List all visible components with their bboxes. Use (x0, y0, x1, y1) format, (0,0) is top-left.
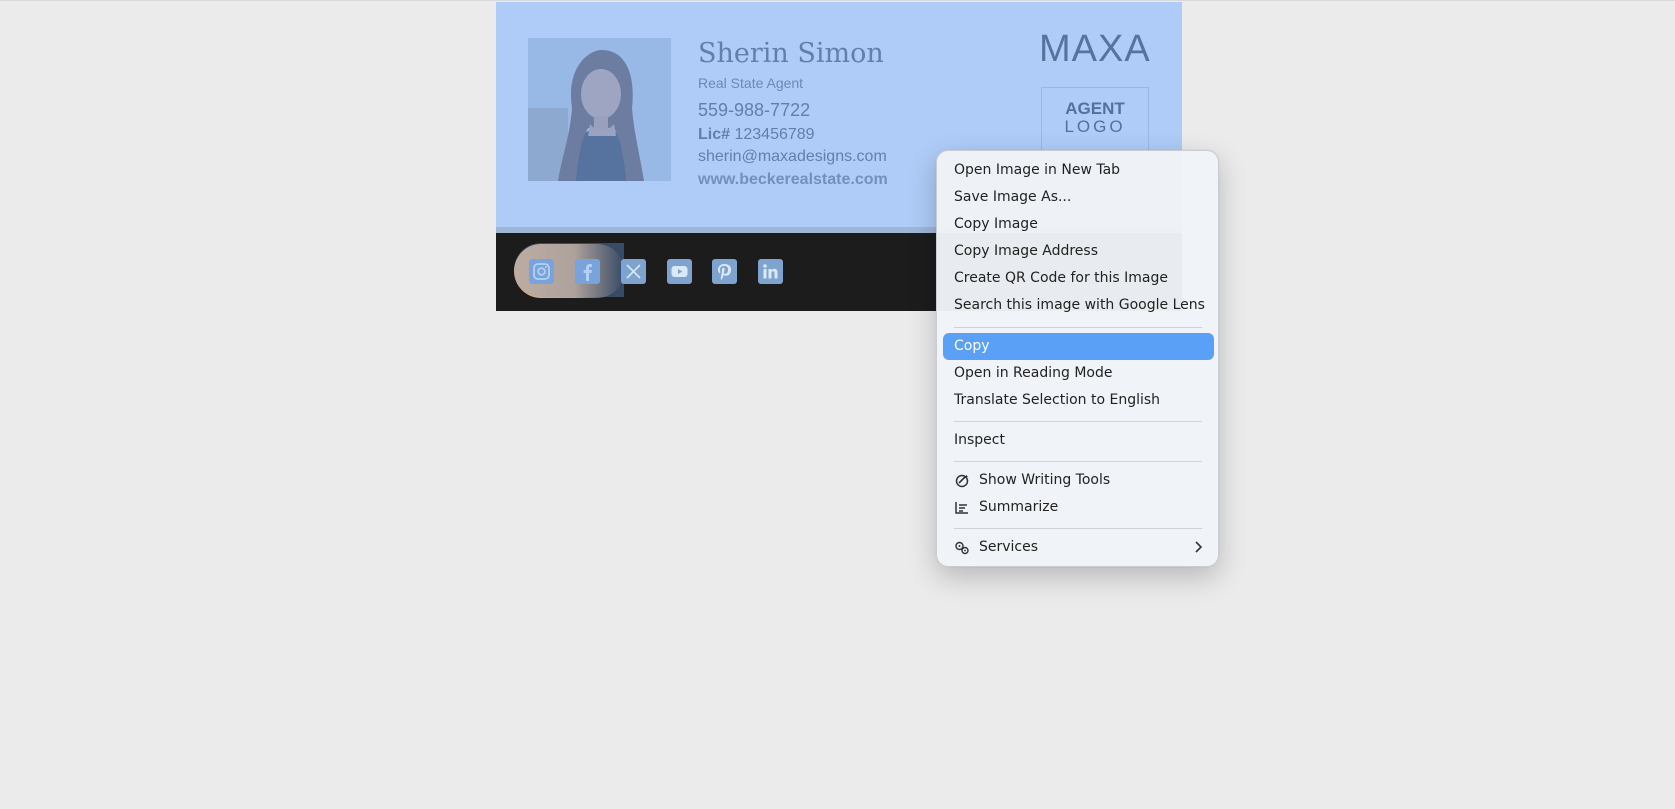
youtube-icon[interactable] (667, 259, 692, 284)
agent-email[interactable]: sherin@maxadesigns.com (698, 148, 887, 166)
menu-separator (954, 421, 1202, 422)
menu-open-image-new-tab[interactable]: Open Image in New Tab (943, 157, 1214, 184)
menu-show-writing-tools[interactable]: Show Writing Tools (943, 467, 1214, 494)
agent-title: Real State Agent (698, 75, 804, 91)
agent-phone[interactable]: 559-988-7722 (698, 100, 810, 121)
menu-translate-selection[interactable]: Translate Selection to English (943, 387, 1214, 414)
instagram-icon[interactable] (529, 259, 554, 284)
services-icon (955, 541, 969, 555)
menu-summarize-label: Summarize (979, 499, 1059, 515)
summarize-icon (955, 502, 968, 514)
pinterest-icon[interactable] (712, 259, 737, 284)
menu-services[interactable]: Services (943, 534, 1214, 561)
brand-logo: MAXA (1039, 28, 1151, 70)
context-menu: Open Image in New Tab Save Image As... C… (936, 150, 1219, 567)
agent-logo: AGENT LOGO (1041, 87, 1149, 159)
page-top-border (0, 0, 1675, 1)
agent-name: Sherin Simon (698, 38, 884, 69)
menu-inspect[interactable]: Inspect (943, 427, 1214, 454)
license-label: Lic# (698, 126, 731, 143)
menu-separator (954, 461, 1202, 462)
menu-separator (954, 528, 1202, 529)
menu-services-label: Services (979, 539, 1039, 555)
facebook-icon[interactable] (575, 259, 600, 284)
menu-create-qr-code[interactable]: Create QR Code for this Image (943, 265, 1214, 292)
chevron-right-icon (1195, 541, 1203, 553)
menu-copy-image-address[interactable]: Copy Image Address (943, 238, 1214, 265)
menu-summarize[interactable]: Summarize (943, 494, 1214, 521)
menu-search-google-lens[interactable]: Search this image with Google Lens (943, 292, 1214, 319)
agent-logo-bottom-text: LOGO (1064, 117, 1126, 136)
linkedin-icon[interactable] (758, 259, 783, 284)
agent-website[interactable]: www.beckerealstate.com (698, 171, 888, 189)
agent-photo[interactable] (528, 38, 671, 181)
writing-tools-icon (955, 474, 969, 488)
agent-logo-top-text: AGENT (1065, 99, 1125, 118)
menu-show-writing-tools-label: Show Writing Tools (979, 472, 1111, 488)
menu-save-image-as[interactable]: Save Image As... (943, 184, 1214, 211)
agent-license: Lic# 123456789 (698, 126, 815, 144)
license-number: 123456789 (734, 126, 815, 143)
menu-copy-image[interactable]: Copy Image (943, 211, 1214, 238)
x-icon[interactable] (621, 259, 646, 284)
menu-open-reading-mode[interactable]: Open in Reading Mode (943, 360, 1214, 387)
menu-separator (954, 327, 1202, 328)
menu-copy[interactable]: Copy (943, 333, 1214, 360)
